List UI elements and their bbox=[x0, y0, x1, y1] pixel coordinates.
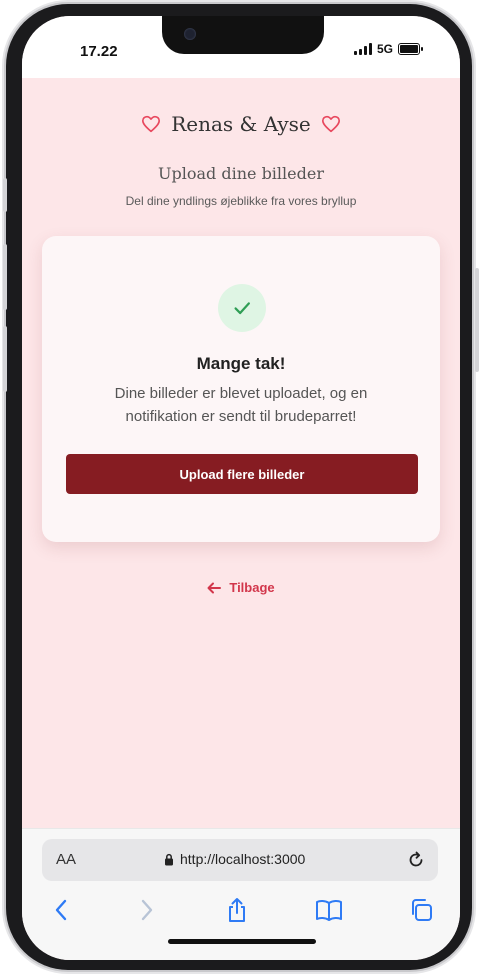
url-text: http://localhost:3000 bbox=[180, 851, 306, 867]
camera-icon bbox=[184, 28, 196, 40]
back-button[interactable] bbox=[46, 895, 76, 925]
chevron-left-icon bbox=[55, 899, 67, 921]
side-button-volume-down bbox=[3, 326, 7, 392]
tabs-icon bbox=[412, 899, 432, 921]
arrow-left-icon bbox=[207, 582, 222, 593]
reload-button[interactable] bbox=[406, 850, 426, 875]
side-button-mute bbox=[3, 178, 7, 212]
signal-icon bbox=[353, 43, 372, 55]
notch bbox=[162, 16, 324, 54]
address-bar[interactable]: AA http://localhost:3000 bbox=[42, 839, 438, 881]
book-icon bbox=[316, 899, 342, 921]
side-button-power bbox=[475, 268, 479, 372]
status-bar: 17.22 5G bbox=[22, 16, 460, 78]
success-title: Mange tak! bbox=[196, 354, 286, 373]
upload-more-button[interactable]: Upload flere billeder bbox=[66, 454, 418, 494]
back-link[interactable]: Tilbage bbox=[22, 580, 460, 595]
bookmarks-button[interactable] bbox=[314, 895, 344, 925]
upload-page: Renas & Ayse Upload dine billeder Del di… bbox=[22, 78, 460, 828]
forward-button[interactable] bbox=[132, 895, 162, 925]
url-display[interactable]: http://localhost:3000 bbox=[164, 851, 305, 867]
tabs-button[interactable] bbox=[406, 895, 436, 925]
battery-icon bbox=[398, 43, 423, 55]
share-button[interactable] bbox=[222, 895, 252, 925]
success-card: Mange tak! Dine billeder er blevet uploa… bbox=[42, 236, 440, 542]
status-time: 17.22 bbox=[80, 43, 118, 60]
phone-screen: 17.22 5G Renas & Ayse Upload dine billed… bbox=[22, 16, 460, 960]
browser-chrome: AA http://localhost:3000 bbox=[22, 828, 460, 960]
status-indicators: 5G bbox=[353, 42, 423, 56]
side-button-volume-up bbox=[3, 244, 7, 310]
browser-toolbar bbox=[22, 891, 460, 931]
page-subtitle: Del dine yndlings øjeblikke fra vores br… bbox=[125, 194, 357, 208]
reload-icon bbox=[409, 851, 423, 867]
home-indicator bbox=[168, 939, 316, 944]
success-message: Dine billeder er blevet uploadet, og en … bbox=[114, 385, 368, 425]
share-icon bbox=[229, 898, 245, 922]
brand-header: Renas & Ayse bbox=[22, 112, 460, 136]
network-label: 5G bbox=[376, 42, 393, 56]
success-badge bbox=[218, 284, 266, 332]
back-link-label: Tilbage bbox=[229, 580, 275, 595]
page-title: Upload dine billeder bbox=[158, 164, 324, 183]
heart-icon bbox=[321, 115, 340, 133]
brand-name: Renas & Ayse bbox=[171, 112, 311, 136]
lock-icon bbox=[165, 853, 173, 865]
text-size-button[interactable]: AA bbox=[56, 851, 76, 868]
chevron-right-icon bbox=[141, 899, 153, 921]
heart-icon bbox=[142, 115, 161, 133]
check-icon bbox=[234, 302, 250, 315]
